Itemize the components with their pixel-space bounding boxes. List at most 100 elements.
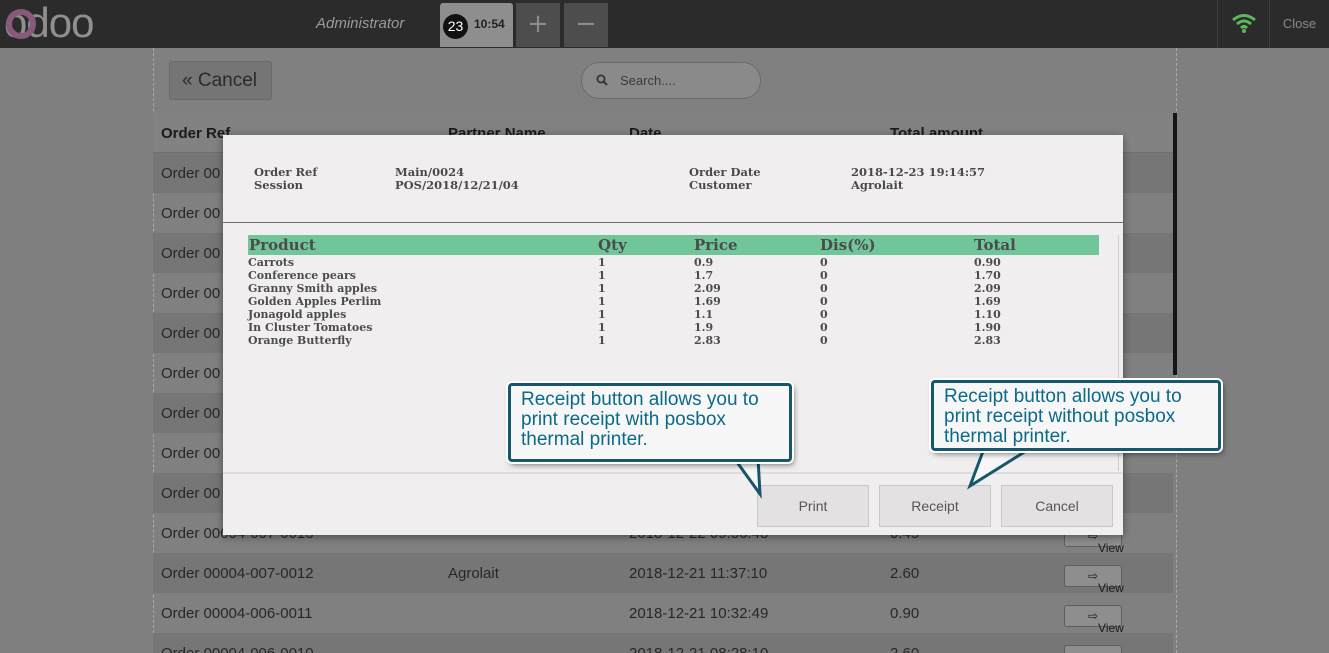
order-total: 2.60 <box>890 645 919 653</box>
column-header: Price <box>694 236 738 254</box>
order-ref: Order 00 <box>161 205 221 222</box>
back-cancel-label: Cancel <box>197 70 258 91</box>
product-discount: 0 <box>820 282 828 295</box>
print-button[interactable]: Print <box>757 485 869 527</box>
order-ref: Order 00 <box>161 245 221 262</box>
order-time: 10:54 <box>474 17 505 31</box>
product-price: 1.1 <box>694 308 714 321</box>
product-name: Conference pears <box>248 269 356 282</box>
product-line: In Cluster Tomatoes 1 1.9 0 1.90 <box>248 321 1099 334</box>
product-line: Conference pears 1 1.7 0 1.70 <box>248 269 1099 282</box>
product-price: 2.09 <box>694 282 721 295</box>
callout-left-text: Receipt button allows you to print recei… <box>508 383 792 462</box>
cancel-button[interactable]: Cancel <box>1001 485 1113 527</box>
order-ref: Order 00 <box>161 325 221 342</box>
product-qty: 1 <box>598 282 606 295</box>
column-header: Dis(%) <box>820 236 876 254</box>
product-price: 2.83 <box>694 334 721 347</box>
product-total: 1.90 <box>974 321 1001 334</box>
product-discount: 0 <box>820 256 828 269</box>
product-discount: 0 <box>820 321 828 334</box>
order-date: 2018-12-21 10:32:49 <box>629 605 769 622</box>
order-total: 2.60 <box>890 565 920 582</box>
order-ref: Order 00 <box>161 365 221 382</box>
product-qty: 1 <box>598 256 606 269</box>
customer-label: Customer <box>689 178 752 192</box>
product-name: Granny Smith apples <box>248 282 378 295</box>
product-discount: 0 <box>820 269 828 282</box>
table-row[interactable]: Order 00004-006-0010 2018-12-21 08:28:10… <box>153 633 1173 653</box>
product-price: 1.69 <box>694 295 721 308</box>
column-header: Total <box>974 236 1016 254</box>
table-row[interactable]: Order 00004-007-0012 Agrolait 2018-12-21… <box>153 553 1173 595</box>
view-button[interactable]: ⇨ View <box>1064 645 1122 653</box>
customer-value: Agrolait <box>851 178 904 192</box>
order-ref: Order 00004-007-0012 <box>161 565 314 582</box>
product-total: 0.90 <box>974 256 1001 269</box>
order-total: 0.90 <box>890 605 920 622</box>
product-line: Golden Apples Perlim 1 1.69 0 1.69 <box>248 295 1099 308</box>
product-discount: 0 <box>820 295 828 308</box>
wifi-icon <box>1232 14 1256 33</box>
product-price: 0.9 <box>694 256 714 269</box>
session-value: POS/2018/12/21/04 <box>395 178 519 192</box>
column-header: Qty <box>598 236 627 254</box>
callout-right-text: Receipt button allows you to print recei… <box>931 380 1221 451</box>
product-name: Golden Apples Perlim <box>248 295 382 308</box>
product-line: Jonagold apples 1 1.1 0 1.10 <box>248 308 1099 321</box>
order-ref: Order 00 <box>161 165 221 182</box>
close-session-button[interactable]: Close <box>1269 0 1329 48</box>
product-line: Granny Smith apples 1 2.09 0 2.09 <box>248 282 1099 295</box>
product-qty: 1 <box>598 321 606 334</box>
double-chevron-left-icon: « <box>182 70 193 91</box>
order-tab[interactable]: 23 10:54 <box>440 3 513 47</box>
order-ref: Order 00004-006-0011 <box>161 605 313 622</box>
product-name: Jonagold apples <box>248 308 347 321</box>
product-discount: 0 <box>820 334 828 347</box>
odoo-logo: odoo <box>4 4 94 44</box>
order-ref: Order 00 <box>161 445 221 462</box>
order-date: 2018-12-21 08:28:10 <box>629 645 768 653</box>
partner-name: Agrolait <box>448 565 499 582</box>
product-qty: 1 <box>598 295 606 308</box>
order-number-badge: 23 <box>443 14 468 39</box>
product-qty: 1 <box>598 308 606 321</box>
product-price: 1.7 <box>694 269 714 282</box>
order-ref: Order 00 <box>161 285 221 302</box>
product-total: 2.09 <box>974 282 1001 295</box>
product-discount: 0 <box>820 308 828 321</box>
order-ref: Order 00004-006-0010 <box>161 645 314 653</box>
product-total: 2.83 <box>974 334 1001 347</box>
order-ref: Order 00 <box>161 485 221 502</box>
product-line: Orange Butterfly 1 2.83 0 2.83 <box>248 334 1099 347</box>
list-scrollbar[interactable] <box>1173 113 1177 375</box>
product-line: Carrots 1 0.9 0 0.90 <box>248 256 1099 269</box>
callout-right-pointer <box>967 444 1040 490</box>
product-price: 1.9 <box>694 321 714 334</box>
product-name: Orange Butterfly <box>248 334 352 347</box>
add-order-button[interactable]: + <box>516 3 560 47</box>
product-qty: 1 <box>598 269 606 282</box>
product-total: 1.10 <box>974 308 1001 321</box>
back-cancel-button[interactable]: « Cancel <box>169 61 272 100</box>
top-bar: odoo Administrator 23 10:54 + − Close <box>0 0 1329 48</box>
wifi-status <box>1217 0 1269 48</box>
column-header: Product <box>249 236 316 254</box>
session-label: Session <box>254 178 303 192</box>
product-total: 1.69 <box>974 295 1001 308</box>
product-total: 1.70 <box>974 269 1001 282</box>
product-table-header: Product Qty Price Dis(%) Total <box>248 235 1099 255</box>
product-name: In Cluster Tomatoes <box>248 321 373 334</box>
view-button[interactable]: ⇨ View <box>1064 605 1124 635</box>
order-ref: Order 00 <box>161 405 221 422</box>
view-button[interactable]: ⇨ View <box>1064 565 1124 595</box>
search-icon <box>596 74 608 86</box>
search-input[interactable]: Search.... <box>581 62 761 99</box>
divider <box>223 222 1123 223</box>
table-row[interactable]: Order 00004-006-0011 2018-12-21 10:32:49… <box>153 593 1173 635</box>
receipt-button[interactable]: Receipt <box>879 485 991 527</box>
user-name[interactable]: Administrator <box>316 15 404 32</box>
remove-order-button[interactable]: − <box>564 3 608 47</box>
order-date: 2018-12-21 11:37:10 <box>629 565 768 582</box>
product-name: Carrots <box>248 256 295 269</box>
